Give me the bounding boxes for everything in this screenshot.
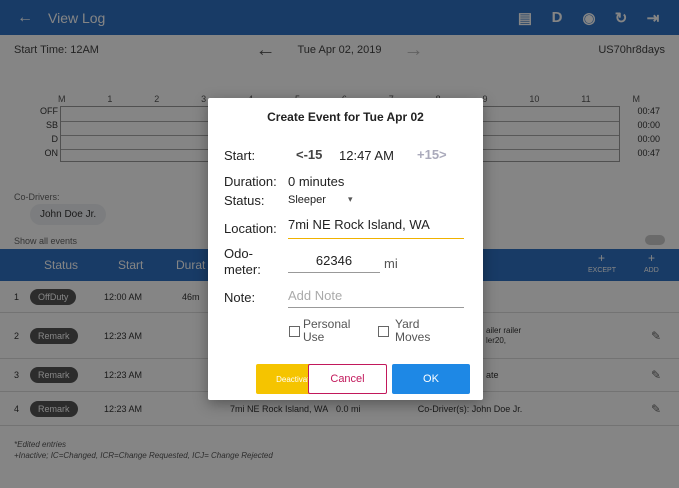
- duration-value: 0 minutes: [288, 174, 345, 189]
- location-label: Location:: [224, 221, 277, 236]
- location-input[interactable]: 7mi NE Rock Island, WA: [288, 217, 464, 239]
- start-time-value: 12:47 AM: [339, 148, 394, 163]
- create-event-dialog: Create Event for Tue Apr 02 Start: <-15 …: [208, 98, 483, 400]
- status-dropdown[interactable]: Sleeper: [288, 194, 326, 206]
- ok-button[interactable]: OK: [392, 364, 470, 394]
- start-label: Start:: [224, 148, 256, 163]
- personal-use-label: Personal Use: [303, 318, 350, 344]
- odometer-label-bottom: meter:: [224, 262, 261, 277]
- dropdown-caret-icon[interactable]: ▾: [348, 194, 353, 205]
- yard-moves-checkbox[interactable]: [378, 326, 389, 337]
- note-label: Note:: [224, 290, 256, 305]
- status-label: Status:: [224, 193, 265, 208]
- plus-15-button[interactable]: +15>: [417, 147, 447, 162]
- yard-moves-label-line2: Moves: [395, 330, 431, 344]
- note-input[interactable]: Add Note: [288, 288, 464, 308]
- personal-use-checkbox[interactable]: [289, 326, 300, 337]
- minus-15-button[interactable]: <-15: [296, 147, 322, 162]
- odometer-label-top: Odo-: [224, 246, 253, 261]
- yard-moves-label: Yard Moves: [395, 318, 430, 344]
- odometer-unit: mi: [384, 256, 398, 271]
- cancel-button[interactable]: Cancel: [308, 364, 387, 394]
- odometer-input[interactable]: 62346: [288, 253, 380, 273]
- duration-label: Duration:: [224, 174, 277, 189]
- personal-use-label-line2: Use: [303, 330, 325, 344]
- dialog-title: Create Event for Tue Apr 02: [267, 110, 424, 124]
